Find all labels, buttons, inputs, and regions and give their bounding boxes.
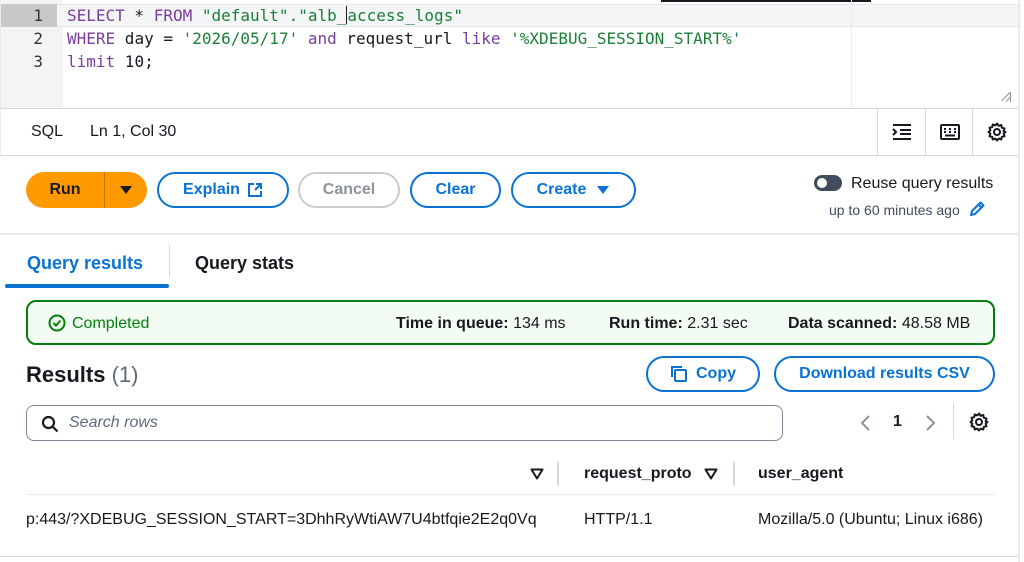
cursor-position: Ln 1, Col 30 <box>90 123 177 140</box>
run-dropdown-button[interactable] <box>105 172 147 208</box>
copy-button[interactable]: Copy <box>646 356 760 392</box>
cell-user-agent: Mozilla/5.0 (Ubuntu; Linux i686) <box>758 511 984 528</box>
next-page-icon[interactable] <box>925 414 937 432</box>
reuse-results-toggle[interactable] <box>814 175 842 191</box>
tab-query-results[interactable]: Query results <box>27 253 143 274</box>
data-scanned-value: 48.58 MB <box>901 315 971 332</box>
cell-request-url: p:443/?XDEBUG_SESSION_START=3DhhRyWtiAW7… <box>26 511 537 528</box>
code-text: * <box>124 6 154 25</box>
code-text: 10; <box>115 52 154 71</box>
code-text: day = <box>115 29 183 48</box>
data-scanned: Data scanned: 48.58 MB <box>788 315 970 333</box>
sql-keyword: WHERE <box>67 29 116 48</box>
results-title: Results <box>26 362 106 387</box>
query-status-banner: Completed Time in queue: 134 ms Run time… <box>26 300 995 345</box>
search-rows-field[interactable] <box>26 405 783 441</box>
panel-right-border <box>1018 0 1020 562</box>
keyboard-icon <box>939 124 960 140</box>
column-resizer[interactable] <box>733 462 735 486</box>
active-tab-indicator <box>5 284 169 288</box>
sql-keyword: like <box>461 29 501 48</box>
resize-handle-icon[interactable] <box>1001 92 1011 102</box>
reuse-duration-text: up to 60 minutes ago <box>829 202 960 218</box>
sort-caret-icon[interactable] <box>530 468 544 480</box>
time-in-queue: Time in queue: 134 ms <box>396 315 566 333</box>
cell-request-proto: HTTP/1.1 <box>584 511 653 528</box>
results-count: (1) <box>111 362 139 387</box>
column-header-request-proto[interactable]: request_proto <box>584 465 692 483</box>
section-divider <box>0 233 1020 235</box>
results-heading: Results (1) <box>26 362 139 388</box>
time-in-queue-label: Time in queue: <box>396 315 509 332</box>
sql-keyword: SELECT <box>67 6 125 25</box>
code-line-1[interactable]: SELECT * FROM "default"."alb_access_logs… <box>67 4 463 27</box>
editor-top-accent <box>661 0 871 2</box>
print-margin-ruler <box>851 0 852 108</box>
previous-page-icon[interactable] <box>859 414 871 432</box>
success-check-icon <box>48 314 66 332</box>
tab-divider <box>169 245 170 277</box>
code-line-3[interactable]: limit 10; <box>67 50 154 73</box>
panel-bottom-border <box>0 556 1020 557</box>
caret-down-icon <box>597 186 610 194</box>
external-link-icon <box>247 183 262 197</box>
reuse-results-label: Reuse query results <box>851 175 994 192</box>
settings-icon <box>987 122 1006 142</box>
editor-settings-button[interactable] <box>972 109 1020 155</box>
caret-down-icon <box>120 186 132 194</box>
explain-label: Explain <box>183 181 240 198</box>
run-time-label: Run time: <box>609 315 683 332</box>
line-number: 1 <box>33 6 43 25</box>
code-identifier: access_logs" <box>347 6 463 25</box>
line-number: 3 <box>33 52 43 71</box>
line-number: 2 <box>33 29 43 48</box>
copy-label: Copy <box>696 365 736 382</box>
editor-status-bar: SQL Ln 1, Col 30 <box>0 108 1020 156</box>
edit-pencil-icon[interactable] <box>968 200 986 218</box>
sort-caret-icon[interactable] <box>704 468 718 480</box>
status-completed: Completed <box>72 315 150 332</box>
run-time: Run time: 2.31 sec <box>609 315 748 333</box>
code-identifier: "default"."alb_ <box>192 6 347 25</box>
code-text: request_url <box>336 29 462 48</box>
sql-keyword: FROM <box>153 6 193 25</box>
table-settings-icon[interactable] <box>969 412 989 432</box>
format-button[interactable] <box>877 109 925 155</box>
reuse-results-duration: up to 60 minutes ago <box>829 200 986 218</box>
clear-button[interactable]: Clear <box>410 172 501 208</box>
search-icon <box>41 415 59 433</box>
run-button[interactable]: Run <box>26 172 104 208</box>
keyboard-shortcuts-button[interactable] <box>925 109 973 155</box>
sql-editor[interactable]: 1 2 3 SELECT * FROM "default"."alb_acces… <box>0 0 1021 108</box>
download-results-csv-button[interactable]: Download results CSV <box>774 356 995 392</box>
code-string: '%XDEBUG_SESSION_START%' <box>510 29 742 48</box>
time-in-queue-value: 134 ms <box>513 315 566 332</box>
create-label: Create <box>536 181 587 198</box>
tab-query-stats[interactable]: Query stats <box>195 253 294 274</box>
copy-icon <box>671 366 687 382</box>
format-icon <box>891 124 911 140</box>
column-resizer[interactable] <box>557 462 559 486</box>
sql-keyword: limit <box>67 52 116 71</box>
current-page-number[interactable]: 1 <box>893 413 902 431</box>
table-header-rule <box>26 494 995 495</box>
create-button[interactable]: Create <box>511 172 636 208</box>
search-rows-input[interactable] <box>69 414 769 432</box>
sql-keyword: and <box>307 29 337 48</box>
run-time-value: 2.31 sec <box>687 315 748 332</box>
data-scanned-label: Data scanned: <box>788 315 898 332</box>
cancel-button[interactable]: Cancel <box>298 172 400 208</box>
pager-divider <box>953 403 954 439</box>
explain-button[interactable]: Explain <box>157 172 289 208</box>
code-line-2[interactable]: WHERE day = '2026/05/17' and request_url… <box>67 27 741 50</box>
language-mode: SQL <box>31 123 64 140</box>
code-string: '2026/05/17' <box>182 29 299 48</box>
column-header-user-agent[interactable]: user_agent <box>758 465 843 483</box>
